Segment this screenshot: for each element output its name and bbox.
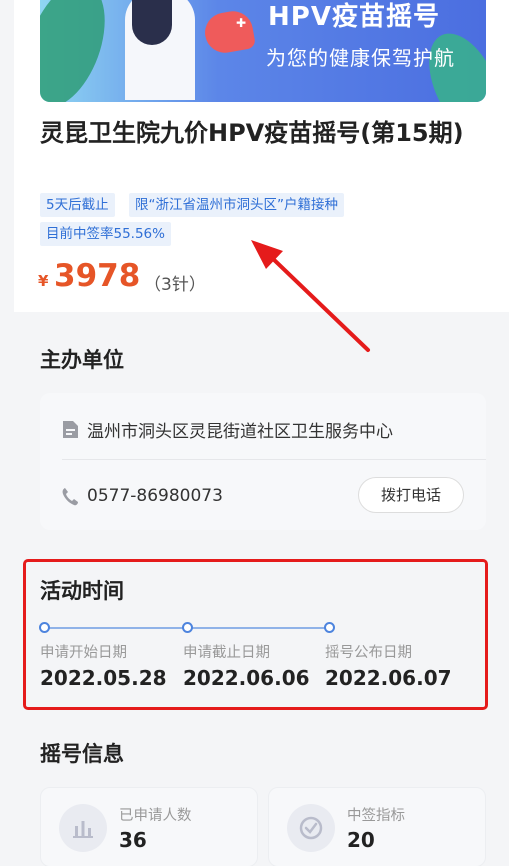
timeline-label: 摇号公布日期 bbox=[325, 645, 412, 661]
organizer-section-title: 主办单位 bbox=[40, 348, 124, 372]
timeline-dot bbox=[39, 622, 50, 633]
organizer-name-row: 温州市洞头区灵昆街道社区卫生服务中心 bbox=[40, 399, 486, 459]
lottery-info-section-title: 摇号信息 bbox=[40, 742, 124, 766]
nurse-hair-illustration bbox=[132, 0, 172, 45]
timeline-dot bbox=[182, 622, 193, 633]
timeline-label: 申请截止日期 bbox=[183, 645, 270, 661]
activity-time-section-title: 活动时间 bbox=[40, 579, 124, 603]
applicants-stat-card: 已申请人数 36 bbox=[40, 787, 258, 866]
banner-title: HPV疫苗摇号 bbox=[268, 2, 440, 32]
timeline-date: 2022.06.07 bbox=[325, 666, 452, 690]
residency-restriction-tag: 限“浙江省温州市洞头区”户籍接种 bbox=[129, 193, 344, 217]
quota-stat-card: 中签指标 20 bbox=[268, 787, 486, 866]
event-title: 灵昆卫生院九价HPV疫苗摇号(第15期) bbox=[40, 119, 464, 147]
timeline-dot bbox=[324, 622, 335, 633]
organizer-name: 温州市洞头区灵昆街道社区卫生服务中心 bbox=[87, 421, 393, 442]
promo-banner[interactable]: ✚ HPV疫苗摇号 为您的健康保驾护航 bbox=[40, 0, 486, 102]
bar-chart-icon bbox=[59, 804, 107, 852]
call-button[interactable]: 拨打电话 bbox=[358, 477, 464, 513]
document-icon bbox=[63, 420, 78, 438]
deadline-tag: 5天后截止 bbox=[40, 193, 115, 217]
phone-icon bbox=[62, 487, 78, 505]
leaf-decoration bbox=[40, 0, 121, 102]
organizer-card: 温州市洞头区灵昆街道社区卫生服务中心 0577-86980073 拨打电话 bbox=[40, 393, 486, 530]
divider bbox=[62, 459, 486, 460]
stat-label: 已申请人数 bbox=[119, 808, 192, 824]
stat-label: 中签指标 bbox=[347, 808, 405, 824]
price-value: 3978 bbox=[54, 258, 141, 294]
timeline-label: 申请开始日期 bbox=[40, 645, 127, 661]
stat-value: 20 bbox=[347, 828, 375, 852]
heart-icon bbox=[201, 8, 257, 56]
timeline-date: 2022.05.28 bbox=[40, 666, 167, 690]
banner-subtitle: 为您的健康保驾护航 bbox=[266, 46, 455, 70]
medical-cross-icon: ✚ bbox=[236, 16, 247, 30]
check-circle-icon bbox=[287, 804, 335, 852]
stat-value: 36 bbox=[119, 828, 147, 852]
organizer-phone: 0577-86980073 bbox=[87, 486, 223, 506]
currency-symbol: ¥ bbox=[38, 272, 49, 290]
price-unit: （3针） bbox=[144, 275, 206, 295]
win-rate-tag: 目前中签率55.56% bbox=[40, 222, 171, 246]
timeline-date: 2022.06.06 bbox=[183, 666, 310, 690]
